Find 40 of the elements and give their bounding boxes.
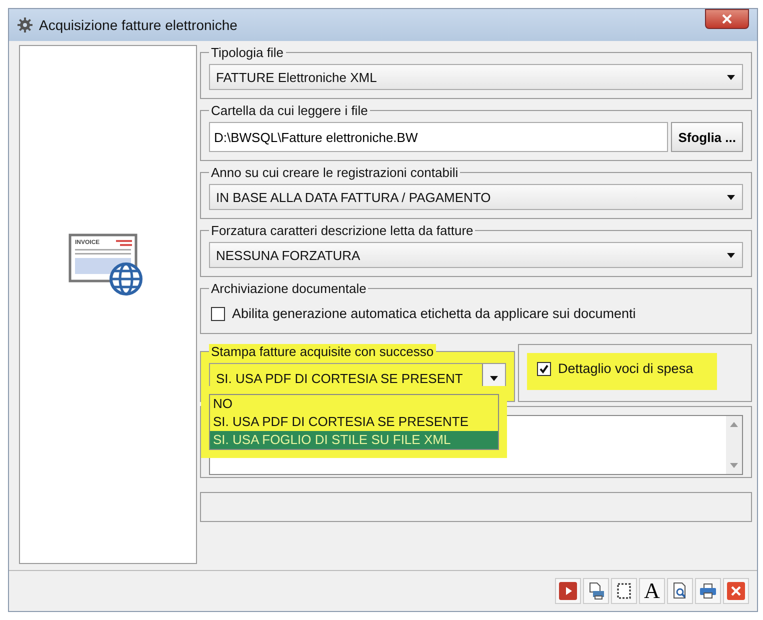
video-button[interactable]	[555, 578, 581, 604]
caret-icon	[490, 376, 498, 380]
caret-icon	[727, 252, 735, 258]
auto-label-checkbox[interactable]: Abilita generazione automatica etichetta da applicare sui documenti	[209, 300, 743, 325]
dropdown-option[interactable]: NO	[210, 395, 498, 413]
group-title: Cartella da cui leggere i file	[210, 103, 369, 118]
printer-icon	[699, 582, 717, 600]
expense-detail-checkbox[interactable]: Dettaglio voci di spesa	[527, 353, 717, 390]
checkbox[interactable]	[211, 306, 225, 320]
group-title: Archiviazione documentale	[210, 281, 368, 296]
gear-icon	[17, 17, 33, 33]
caret-icon	[727, 74, 735, 80]
group-title: Forzatura caratteri descrizione letta da fatture	[210, 223, 474, 238]
page-margins-icon	[615, 582, 633, 600]
font-button[interactable]: A	[639, 578, 665, 604]
group-title: Anno su cui creare le registrazioni contabili	[210, 165, 460, 180]
dropdown-option[interactable]: SI. USA PDF DI CORTESIA SE PRESENTE	[210, 413, 498, 431]
close-button[interactable]	[705, 9, 749, 29]
close-icon	[727, 582, 745, 600]
checkbox[interactable]	[537, 362, 551, 376]
caret-icon	[727, 194, 735, 200]
video-icon	[559, 582, 577, 600]
preview-button[interactable]	[667, 578, 693, 604]
document-printer-icon	[587, 582, 605, 600]
close-icon	[722, 14, 732, 24]
browse-button[interactable]: Sfoglia ...	[671, 122, 743, 152]
print-setup-button[interactable]	[583, 578, 609, 604]
dropdown[interactable]: NESSUNA FORZATURA	[209, 242, 743, 268]
scrollbar[interactable]	[726, 416, 742, 474]
dropdown[interactable]: FATTURE Elettroniche XML	[209, 64, 743, 90]
window-title: Acquisizione fatture elettroniche	[39, 17, 238, 33]
dropdown[interactable]: IN BASE ALLA DATA FATTURA / PAGAMENTO	[209, 184, 743, 210]
group-title: Tipologia file	[210, 45, 285, 60]
folder-path-field[interactable]: D:\BWSQL\Fatture elettroniche.BW	[209, 122, 668, 152]
print-button[interactable]	[695, 578, 721, 604]
scroll-down-icon	[730, 463, 738, 468]
dropdown-option[interactable]: SI. USA FOGLIO DI STILE SU FILE XML	[210, 431, 498, 449]
margins-button[interactable]	[611, 578, 637, 604]
group-title: Stampa fatture acquisite con successo	[209, 344, 436, 359]
scroll-up-icon	[730, 422, 738, 427]
